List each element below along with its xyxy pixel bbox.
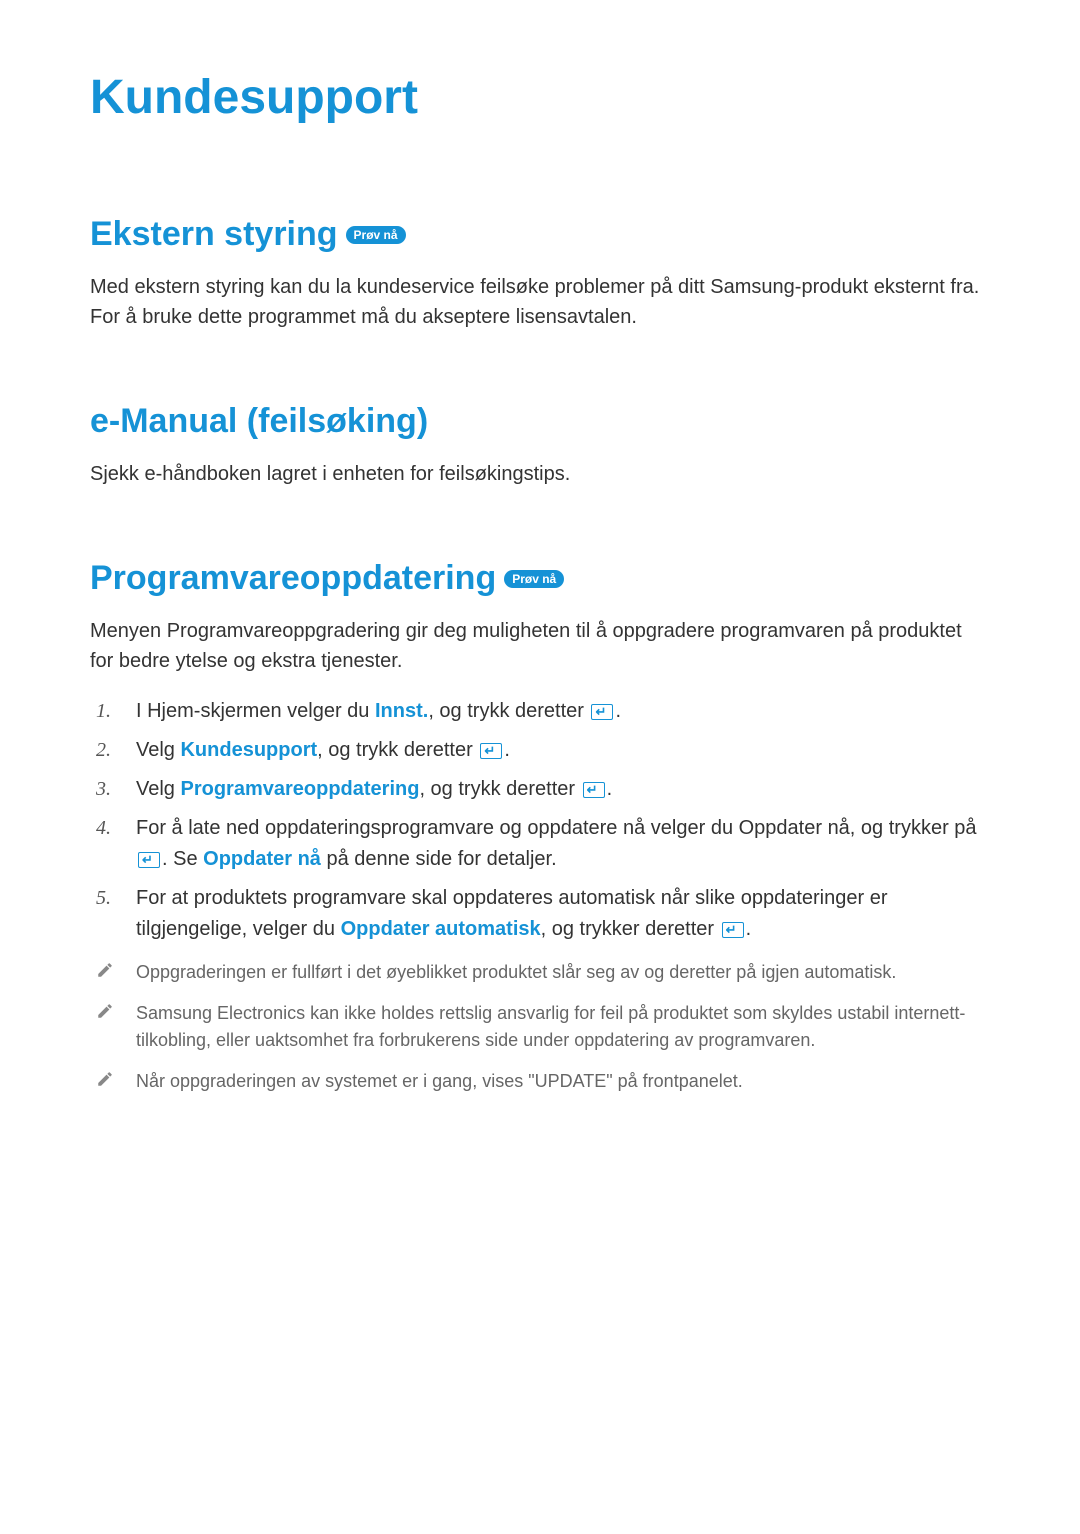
list-item: 2. Velg Kundesupport, og trykk deretter … [130,735,990,766]
step-number: 5. [96,883,111,914]
highlight-term: Oppdater nå [203,848,321,870]
highlight-term: Kundesupport [180,739,317,761]
note-item: Samsung Electronics kan ikke holdes rett… [130,1000,990,1054]
try-now-badge[interactable]: Prøv nå [346,226,406,244]
update-steps: 1. I Hjem-skjermen velger du Innst., og … [90,696,990,945]
list-item: 1. I Hjem-skjermen velger du Innst., og … [130,696,990,727]
step-number: 3. [96,774,111,805]
update-intro: Menyen Programvareoppgradering gir deg m… [90,616,990,676]
try-now-badge[interactable]: Prøv nå [504,570,564,588]
step-text: Velg Programvareoppdatering, og trykk de… [136,778,612,800]
highlight-term: Oppdater automatisk [341,918,541,940]
step-number: 4. [96,813,111,844]
remote-body: Med ekstern styring kan du la kundeservi… [90,272,990,332]
note-text: Når oppgraderingen av systemet er i gang… [136,1071,743,1091]
step-number: 2. [96,735,111,766]
section-heading-remote: Ekstern styring Prøv nå [90,215,990,254]
enter-icon [583,782,605,798]
heading-text: Programvareoppdatering [90,559,496,598]
enter-icon [138,852,160,868]
pen-icon [96,961,114,979]
step-text: I Hjem-skjermen velger du Innst., og try… [136,700,621,722]
enter-icon [722,922,744,938]
emanual-body: Sjekk e-håndboken lagret i enheten for f… [90,459,990,489]
heading-text: Ekstern styring [90,215,338,254]
step-text: For at produktets programvare skal oppda… [136,887,888,940]
list-item: 4. For å late ned oppdateringsprogramvar… [130,813,990,875]
enter-icon [591,704,613,720]
highlight-term: Programvareoppdatering [180,778,419,800]
list-item: 5. For at produktets programvare skal op… [130,883,990,945]
section-heading-update: Programvareoppdatering Prøv nå [90,559,990,598]
step-text: For å late ned oppdateringsprogramvare o… [136,817,977,870]
update-notes: Oppgraderingen er fullført i det øyeblik… [90,959,990,1095]
step-text: Velg Kundesupport, og trykk deretter . [136,739,510,761]
pen-icon [96,1070,114,1088]
page-title: Kundesupport [90,70,990,125]
list-item: 3. Velg Programvareoppdatering, og trykk… [130,774,990,805]
note-text: Oppgraderingen er fullført i det øyeblik… [136,962,896,982]
section-heading-emanual: e-Manual (feilsøking) [90,402,990,441]
note-item: Oppgraderingen er fullført i det øyeblik… [130,959,990,986]
highlight-term: Innst. [375,700,428,722]
enter-icon [480,743,502,759]
note-item: Når oppgraderingen av systemet er i gang… [130,1068,990,1095]
note-text: Samsung Electronics kan ikke holdes rett… [136,1003,965,1050]
step-number: 1. [96,696,111,727]
pen-icon [96,1002,114,1020]
heading-text: e-Manual (feilsøking) [90,402,428,441]
